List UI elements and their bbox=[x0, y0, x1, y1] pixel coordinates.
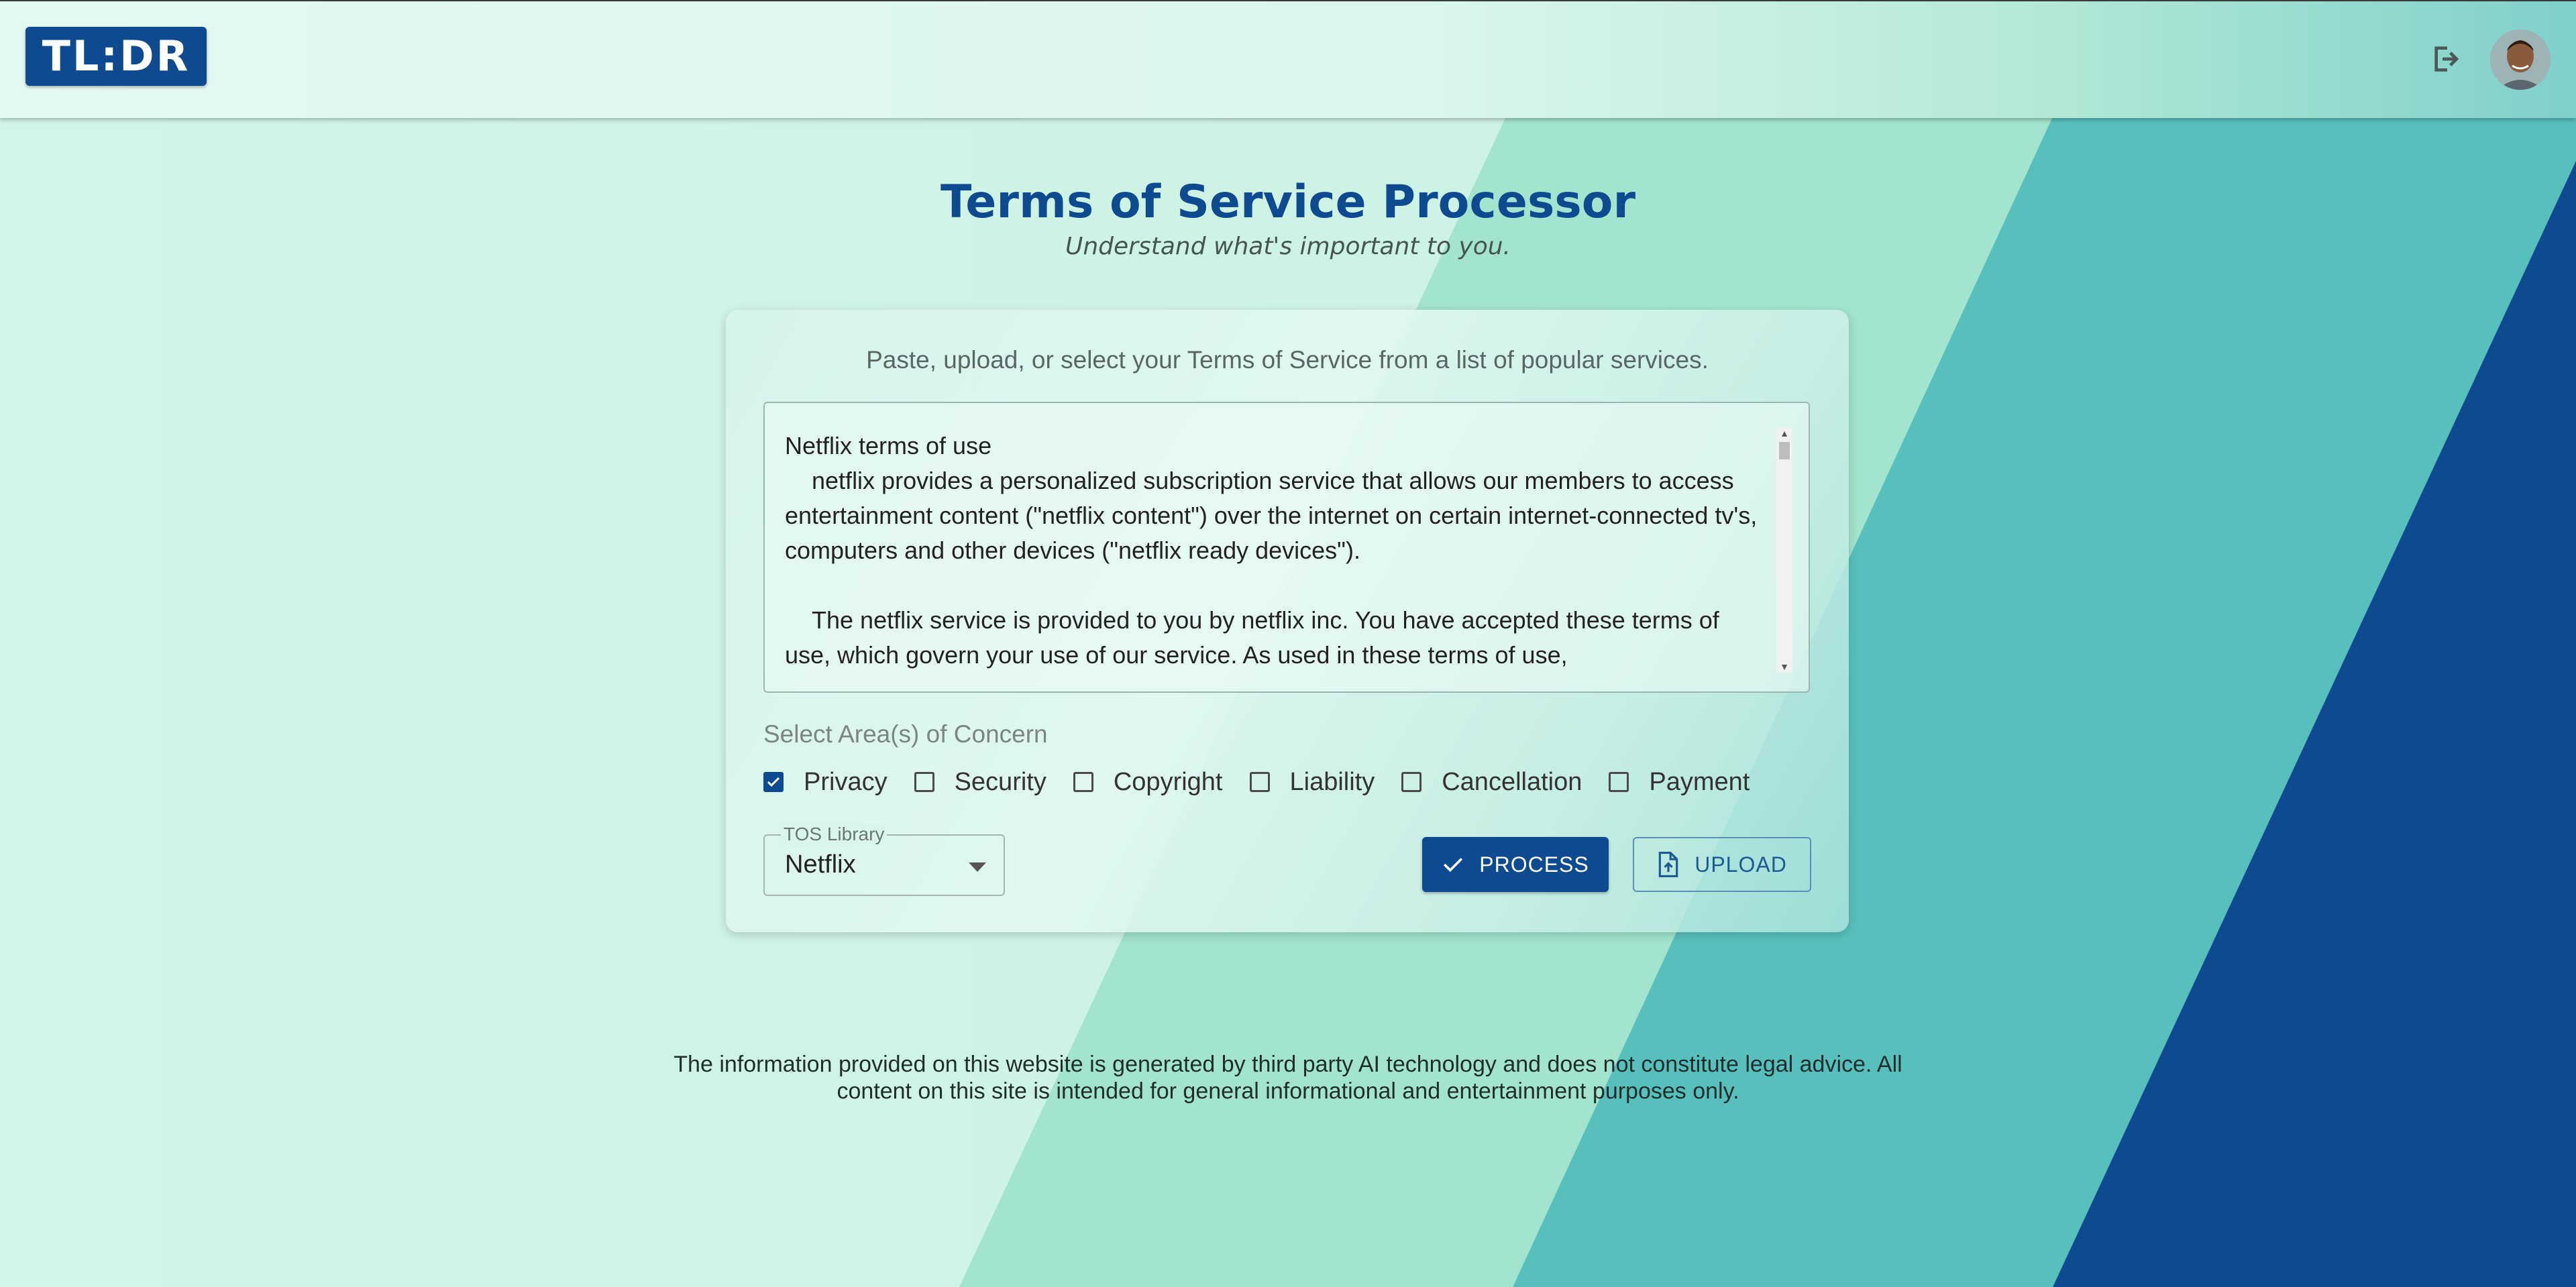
scroll-down-arrow-icon[interactable]: ▼ bbox=[1776, 661, 1792, 673]
checkbox-copyright[interactable]: Copyright bbox=[1073, 768, 1223, 797]
checkbox-label: Security bbox=[954, 767, 1046, 796]
checkbox-unchecked-icon[interactable] bbox=[1249, 772, 1270, 792]
tos-textarea[interactable]: Netflix terms of use netflix provides a … bbox=[763, 402, 1810, 693]
textarea-scrollbar[interactable]: ▲ ▼ bbox=[1776, 427, 1792, 673]
tos-library-select[interactable]: TOS Library Netflix bbox=[763, 824, 1005, 896]
tos-text-content[interactable]: Netflix terms of use netflix provides a … bbox=[785, 429, 1771, 677]
checkbox-unchecked-icon[interactable] bbox=[1609, 772, 1629, 792]
upload-file-icon bbox=[1657, 852, 1680, 877]
concern-checkboxes: Privacy Security Copyright Liability Can… bbox=[763, 763, 1750, 801]
tos-library-value[interactable]: Netflix bbox=[785, 850, 856, 879]
checkbox-unchecked-icon[interactable] bbox=[1073, 772, 1093, 792]
app-header: TL:DR bbox=[0, 0, 2576, 118]
checkbox-checked-icon[interactable] bbox=[763, 772, 784, 792]
tos-card: Paste, upload, or select your Terms of S… bbox=[726, 310, 1849, 932]
checkbox-liability[interactable]: Liability bbox=[1249, 767, 1375, 797]
checkbox-payment[interactable]: Payment bbox=[1609, 768, 1750, 797]
process-button[interactable]: PROCESS bbox=[1422, 837, 1609, 892]
legal-disclaimer: The information provided on this website… bbox=[674, 1052, 1902, 1104]
checkbox-label: Privacy bbox=[804, 767, 888, 796]
dropdown-caret-icon[interactable] bbox=[969, 862, 986, 875]
user-avatar[interactable] bbox=[2490, 30, 2551, 90]
upload-button-label: UPLOAD bbox=[1695, 852, 1787, 877]
checkbox-label: Cancellation bbox=[1442, 767, 1582, 796]
scrollbar-thumb[interactable] bbox=[1779, 442, 1790, 459]
concern-label: Select Area(s) of Concern bbox=[763, 720, 1048, 748]
check-icon bbox=[1442, 853, 1464, 876]
checkbox-label: Liability bbox=[1289, 767, 1375, 796]
logout-icon[interactable] bbox=[2428, 40, 2466, 78]
checkbox-cancellation[interactable]: Cancellation bbox=[1401, 768, 1582, 797]
scroll-up-arrow-icon[interactable]: ▲ bbox=[1776, 427, 1792, 439]
process-button-label: PROCESS bbox=[1479, 852, 1589, 877]
checkbox-privacy[interactable]: Privacy bbox=[763, 768, 888, 797]
checkbox-label: Copyright bbox=[1113, 767, 1223, 796]
upload-button[interactable]: UPLOAD bbox=[1633, 837, 1811, 892]
tos-library-label: TOS Library bbox=[781, 824, 888, 845]
checkbox-label: Payment bbox=[1649, 767, 1750, 796]
card-intro-text: Paste, upload, or select your Terms of S… bbox=[866, 346, 1709, 374]
page-subtitle: Understand what's important to you. bbox=[1065, 233, 1511, 260]
checkbox-unchecked-icon[interactable] bbox=[914, 772, 934, 792]
page-title: Terms of Service Processor bbox=[940, 176, 1636, 229]
checkbox-security[interactable]: Security bbox=[914, 768, 1046, 797]
app-logo[interactable]: TL:DR bbox=[25, 27, 207, 86]
checkbox-unchecked-icon[interactable] bbox=[1401, 772, 1422, 792]
